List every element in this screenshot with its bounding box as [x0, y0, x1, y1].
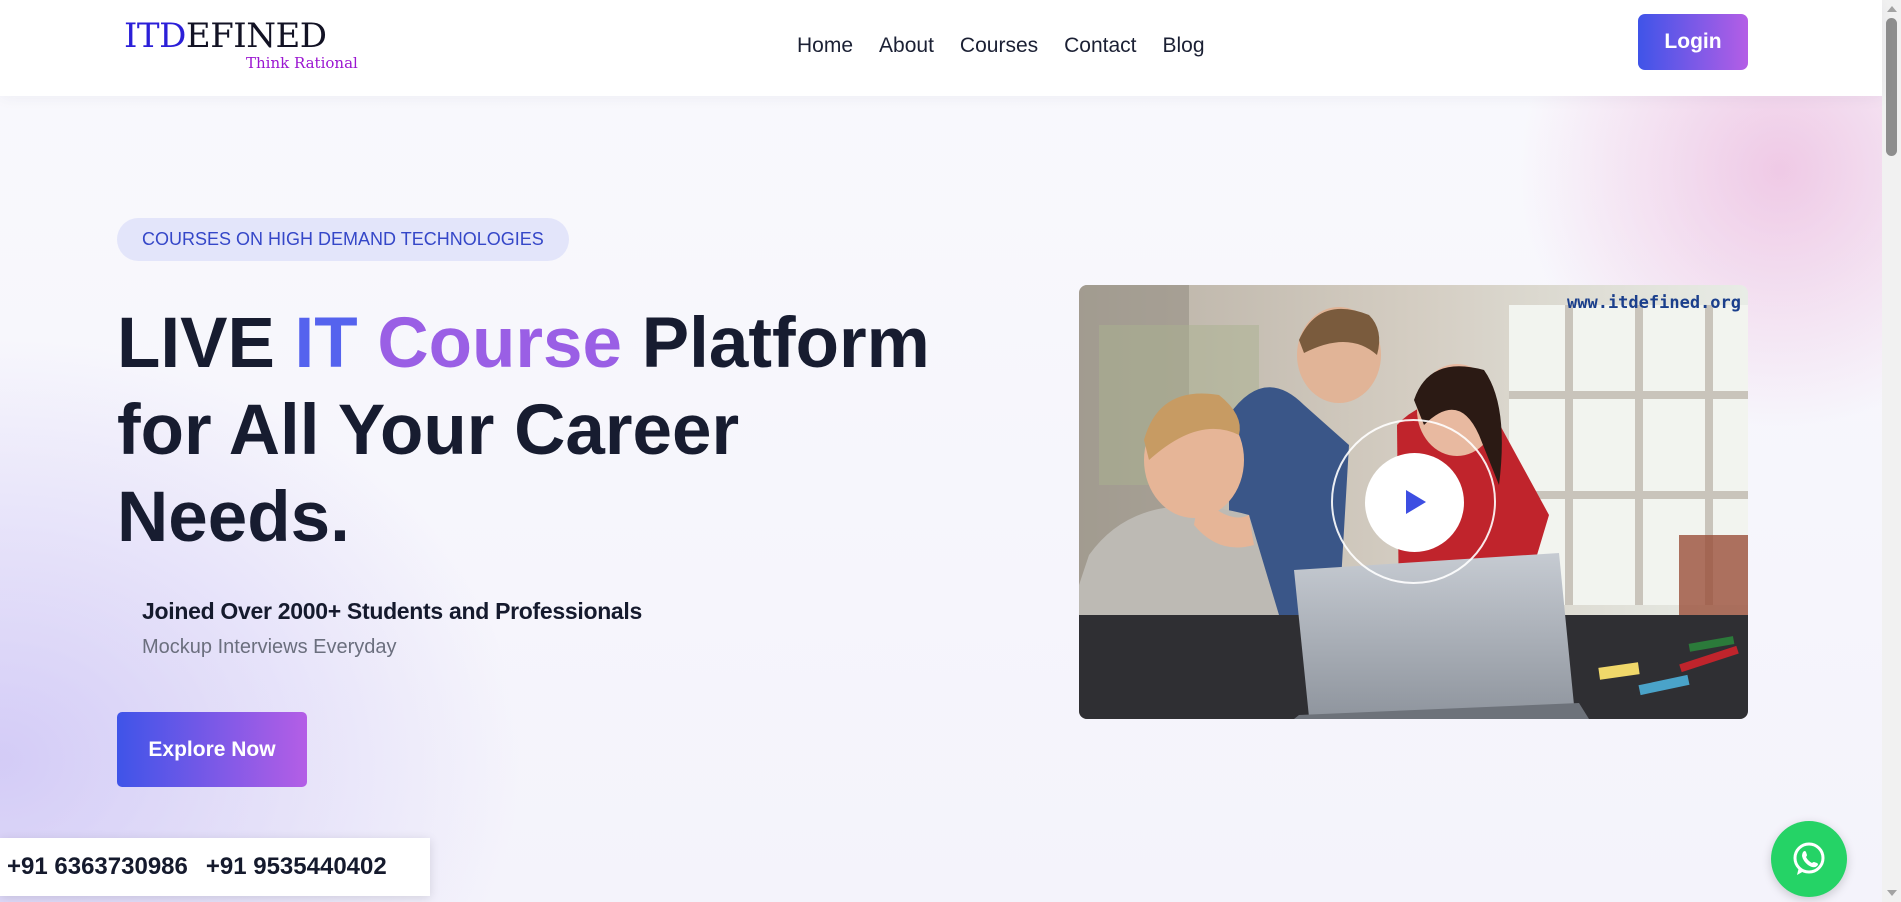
phone-number-1[interactable]: +91 6363730986 [7, 853, 188, 881]
logo-wordmark-rest: EFINED [185, 16, 327, 56]
whatsapp-button[interactable] [1771, 821, 1847, 897]
video-watermark: www.itdefined.org [1567, 293, 1741, 313]
main-nav: Home About Courses Contact Blog [797, 30, 1205, 62]
hero-video[interactable]: www.itdefined.org [1079, 285, 1748, 719]
nav-courses[interactable]: Courses [960, 30, 1038, 62]
whatsapp-icon [1793, 842, 1825, 875]
joined-text: Joined Over 2000+ Students and Professio… [142, 598, 643, 624]
play-icon [1406, 490, 1426, 514]
login-button[interactable]: Login [1638, 14, 1748, 70]
scroll-down-arrow-icon[interactable] [1887, 890, 1897, 896]
phone-bar: +91 6363730986 +91 9535440402 [0, 838, 430, 896]
headline-course: Course [377, 304, 623, 383]
nav-home[interactable]: Home [797, 30, 853, 62]
logo-tagline: Think Rational [246, 54, 358, 72]
scroll-up-arrow-icon[interactable] [1887, 6, 1897, 12]
hero-badge: COURSES ON HIGH DEMAND TECHNOLOGIES [117, 218, 569, 261]
explore-now-button[interactable]: Explore Now [117, 712, 307, 787]
mock-interviews-text: Mockup Interviews Everyday [142, 636, 397, 658]
nav-about[interactable]: About [879, 30, 934, 62]
nav-blog[interactable]: Blog [1163, 30, 1205, 62]
scrollbar[interactable] [1882, 0, 1901, 902]
play-button[interactable] [1365, 453, 1464, 552]
logo-wordmark-accent: ITD [124, 16, 186, 56]
logo-wordmark: ITDEFINED [124, 16, 327, 56]
phone-number-2[interactable]: +91 9535440402 [206, 853, 387, 881]
headline-live: LIVE [117, 304, 275, 383]
headline-it: IT [294, 304, 358, 383]
nav-contact[interactable]: Contact [1064, 30, 1136, 62]
site-header: ITDEFINED Think Rational Home About Cour… [0, 0, 1882, 96]
hero-headline: LIVE IT Course Platform for All Your Car… [117, 300, 937, 561]
logo[interactable]: ITDEFINED Think Rational [124, 16, 358, 76]
scroll-thumb[interactable] [1886, 18, 1897, 156]
